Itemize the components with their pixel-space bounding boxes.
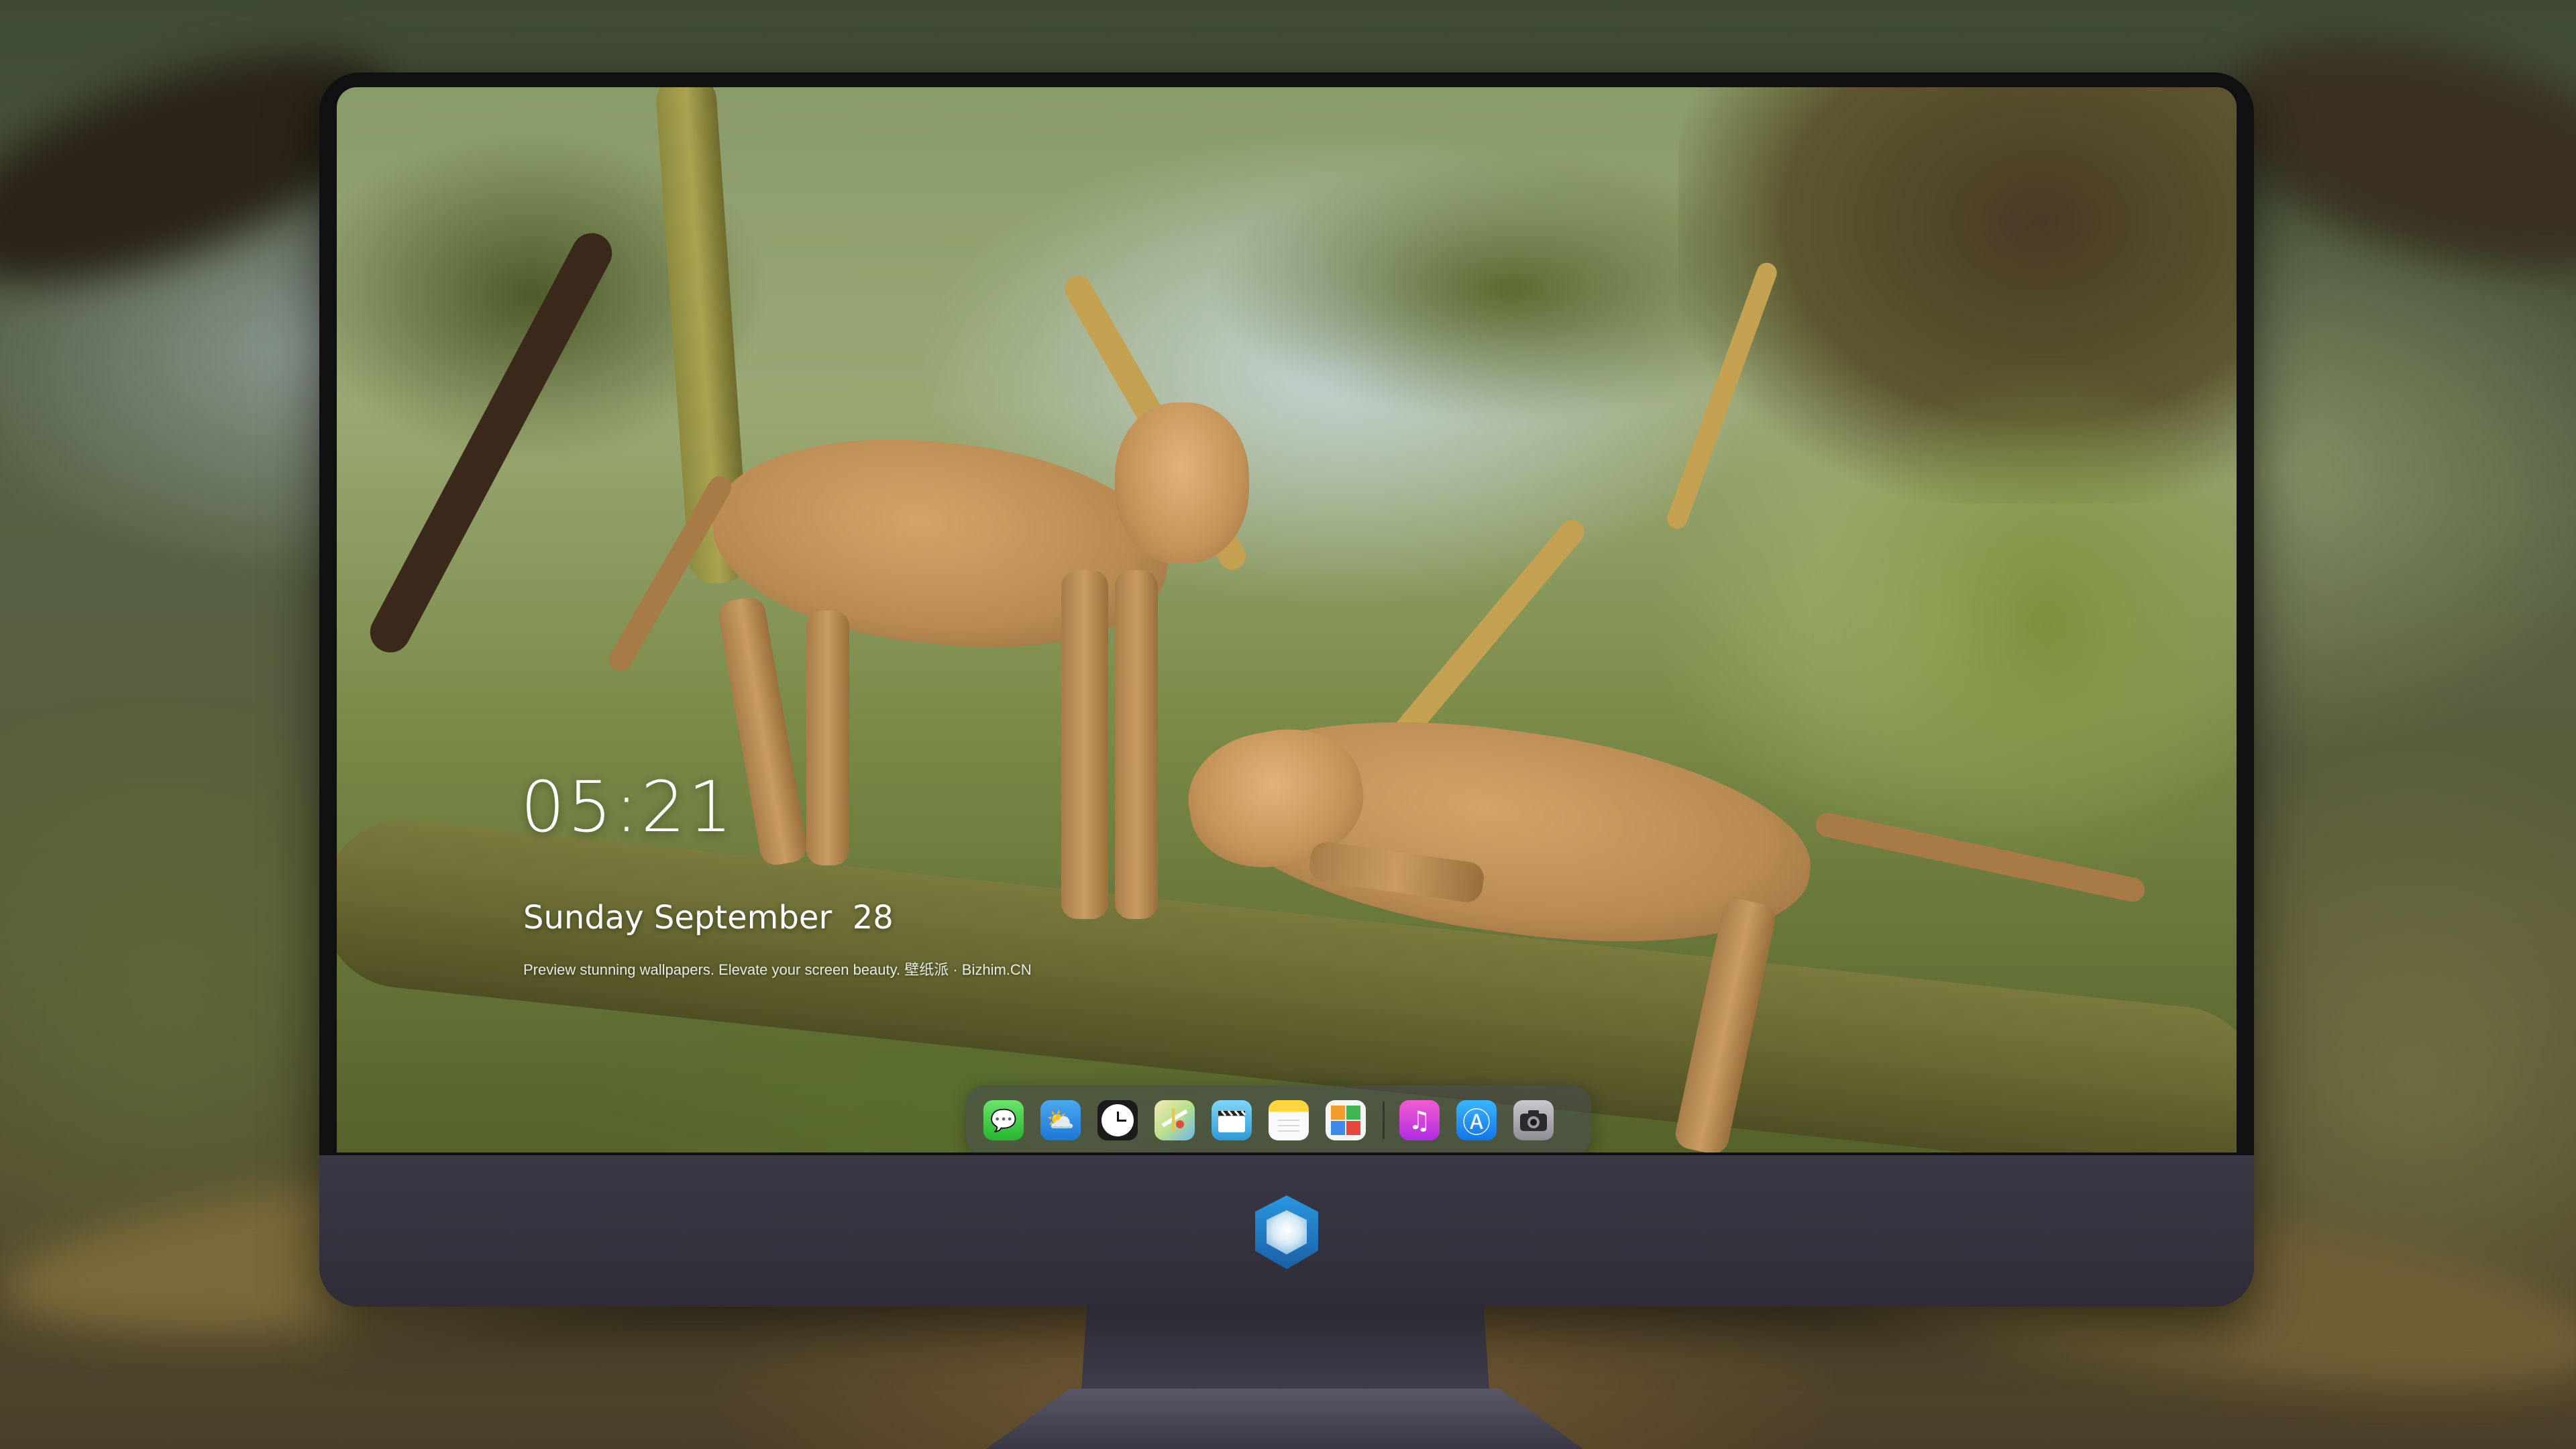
- maps-app-icon[interactable]: [1155, 1100, 1195, 1140]
- music-note-icon: ♫: [1407, 1106, 1432, 1135]
- standing-lioness-head: [1115, 402, 1249, 564]
- dock: 💬 ⛅ ♫ Ⓐ: [966, 1085, 1591, 1152]
- wallpaper-branch: [1389, 515, 1589, 747]
- notepad-icon: [1278, 1120, 1299, 1132]
- monitor-chin: [319, 1155, 2254, 1307]
- camera-icon: [1520, 1110, 1547, 1131]
- monitor-stand-base: [986, 1389, 1583, 1449]
- dock-separator: [1383, 1102, 1385, 1139]
- app-store-icon: Ⓐ: [1462, 1106, 1491, 1139]
- clapperboard-icon: [1218, 1110, 1246, 1132]
- notes-app-icon[interactable]: [1269, 1100, 1309, 1140]
- blurred-background: 05:21 Sunday September 28 Preview stunni…: [0, 0, 2576, 1449]
- lock-screen[interactable]: 05:21 Sunday September 28 Preview stunni…: [337, 87, 2237, 1152]
- clock-face-icon: [1102, 1104, 1134, 1136]
- lioness-leg: [1115, 570, 1158, 919]
- lioness-leg: [1061, 570, 1108, 919]
- photos-app-icon[interactable]: [1326, 1100, 1366, 1140]
- clock-app-icon[interactable]: [1097, 1100, 1138, 1140]
- weather-app-icon[interactable]: ⛅: [1040, 1100, 1081, 1140]
- map-icon: [1161, 1108, 1188, 1132]
- app-store-app-icon[interactable]: Ⓐ: [1456, 1100, 1497, 1140]
- cloud-sun-icon: ⛅: [1046, 1107, 1075, 1134]
- camera-app-icon[interactable]: [1513, 1100, 1554, 1140]
- speech-bubble-icon: 💬: [990, 1108, 1017, 1133]
- dragon-shield-logo: [1255, 1195, 1318, 1269]
- wallpaper-credit: Preview stunning wallpapers. Elevate you…: [523, 961, 1032, 978]
- messages-app-icon[interactable]: 💬: [983, 1100, 1024, 1140]
- music-app-icon[interactable]: ♫: [1399, 1100, 1440, 1140]
- photo-grid-icon: [1331, 1106, 1360, 1135]
- clips-app-icon[interactable]: [1212, 1100, 1252, 1140]
- lock-screen-date: Sunday September 28: [523, 899, 894, 936]
- lock-screen-time: 05:21: [521, 766, 735, 848]
- lioness-leg: [806, 610, 849, 865]
- monitor: 05:21 Sunday September 28 Preview stunni…: [319, 72, 2254, 1307]
